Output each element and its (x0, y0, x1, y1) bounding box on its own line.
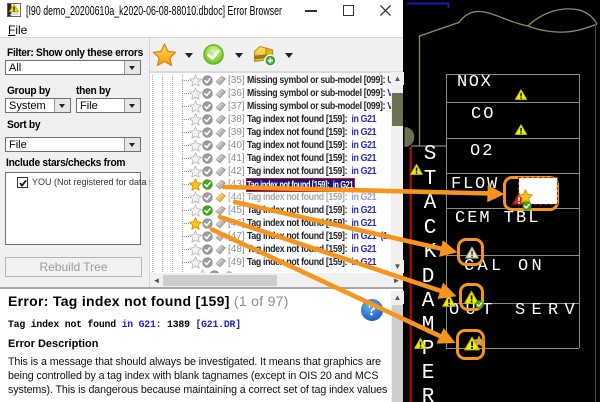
svg-text:?: ? (368, 303, 376, 320)
